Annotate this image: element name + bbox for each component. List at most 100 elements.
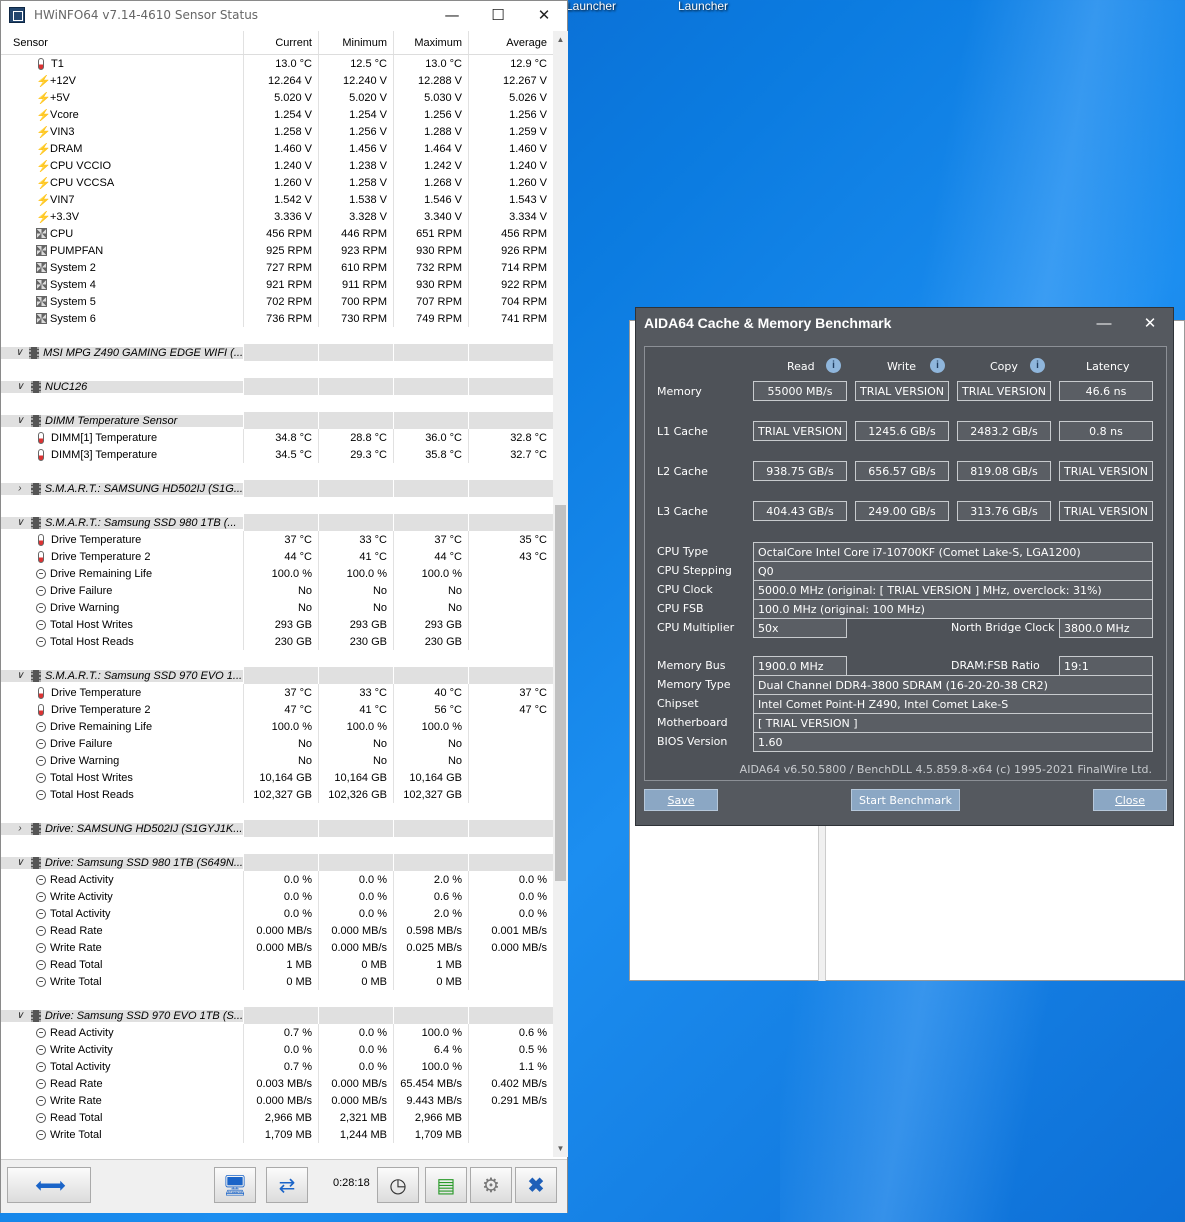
sensor-row[interactable]: ⚡ +3.3V 3.336 V 3.328 V 3.340 V 3.334 V — [1, 208, 553, 225]
vertical-scrollbar[interactable]: ▲ ▼ — [553, 31, 568, 1157]
scroll-down-icon[interactable]: ▼ — [553, 1140, 568, 1157]
chevron-down-icon[interactable]: ∨ — [9, 381, 31, 392]
sensor-row[interactable]: Total Activity 0.0 % 0.0 % 2.0 % 0.0 % — [1, 905, 553, 922]
chevron-down-icon[interactable]: ∨ — [9, 1010, 31, 1021]
write-info-icon[interactable]: i — [930, 358, 945, 373]
sensor-row[interactable]: PUMPFAN 925 RPM 923 RPM 930 RPM 926 RPM — [1, 242, 553, 259]
close-button[interactable]: Close — [1093, 789, 1167, 811]
scrollbar-thumb[interactable] — [555, 505, 566, 881]
sensor-row[interactable]: Write Total 0 MB 0 MB 0 MB — [1, 973, 553, 990]
sensor-group-row[interactable]: ∨ S.M.A.R.T.: Samsung SSD 980 1TB (... — [1, 514, 553, 531]
sensor-row[interactable]: Drive Warning No No No — [1, 752, 553, 769]
chevron-down-icon[interactable]: ∨ — [9, 517, 31, 528]
sensor-row[interactable]: Total Activity 0.7 % 0.0 % 100.0 % 1.1 % — [1, 1058, 553, 1075]
aida-minimize-icon[interactable]: — — [1081, 315, 1127, 332]
chevron-right-icon[interactable]: › — [9, 483, 31, 494]
sensor-row[interactable]: CPU 456 RPM 446 RPM 651 RPM 456 RPM — [1, 225, 553, 242]
value-minimum: 0 MB — [318, 956, 393, 973]
sensor-row[interactable]: ⚡ +12V 12.264 V 12.240 V 12.288 V 12.267 V — [1, 72, 553, 89]
save-button[interactable]: Save — [644, 789, 718, 811]
aida-title-bar[interactable]: AIDA64 Cache & Memory Benchmark — ✕ — [636, 308, 1173, 338]
sensor-row[interactable]: Drive Temperature 2 47 °C 41 °C 56 °C 47 °C — [1, 701, 553, 718]
column-header-sensor[interactable]: Sensor — [1, 37, 243, 49]
sensor-row[interactable]: Drive Temperature 37 °C 33 °C 40 °C 37 °C — [1, 684, 553, 701]
chevron-down-icon[interactable]: ∨ — [9, 415, 31, 426]
sensor-row[interactable]: DIMM[1] Temperature 34.8 °C 28.8 °C 36.0 °C… — [1, 429, 553, 446]
bench-label-l1: L1 Cache — [657, 425, 708, 438]
sensor-group-row[interactable]: ∨ Drive: Samsung SSD 980 1TB (S649N... — [1, 854, 553, 871]
sensor-row[interactable]: Total Host Writes 10,164 GB 10,164 GB 10,16… — [1, 769, 553, 786]
sensor-group-row[interactable]: › S.M.A.R.T.: SAMSUNG HD502IJ (S1G... — [1, 480, 553, 497]
scroll-up-icon[interactable]: ▲ — [553, 31, 568, 48]
maximize-icon[interactable]: ☐ — [475, 1, 521, 28]
minimize-icon[interactable]: — — [429, 1, 475, 28]
chevron-right-icon[interactable]: › — [9, 823, 31, 834]
sensor-group-row[interactable]: ∨ DIMM Temperature Sensor — [1, 412, 553, 429]
navigate-arrows-button[interactable]: ⬅➡ — [7, 1167, 91, 1203]
log-network-button[interactable]: 🖥 — [214, 1167, 256, 1203]
chevron-down-icon[interactable]: ∨ — [9, 857, 31, 868]
reset-timer-button[interactable]: ◷ — [377, 1167, 419, 1203]
copy-info-icon[interactable]: i — [1030, 358, 1045, 373]
sensor-row[interactable]: ⚡ Vcore 1.254 V 1.254 V 1.256 V 1.256 V — [1, 106, 553, 123]
sensor-row[interactable]: T1 13.0 °C 12.5 °C 13.0 °C 12.9 °C — [1, 55, 553, 72]
sensor-row[interactable]: Drive Remaining Life 100.0 % 100.0 % 100.0 … — [1, 718, 553, 735]
sensor-row[interactable]: Drive Failure No No No — [1, 582, 553, 599]
sensor-row[interactable]: Write Rate 0.000 MB/s 0.000 MB/s 0.025 MB/s… — [1, 939, 553, 956]
sensor-row[interactable]: ⚡ +5V 5.020 V 5.020 V 5.030 V 5.026 V — [1, 89, 553, 106]
sensor-group-row[interactable]: ∨ MSI MPG Z490 GAMING EDGE WIFI (... — [1, 344, 553, 361]
sensor-row[interactable]: Write Rate 0.000 MB/s 0.000 MB/s 9.443 MB/s… — [1, 1092, 553, 1109]
sensor-row[interactable]: System 5 702 RPM 700 RPM 707 RPM 704 RPM — [1, 293, 553, 310]
sensor-row[interactable]: Total Host Reads 102,327 GB 102,326 GB 102,… — [1, 786, 553, 803]
sensor-row[interactable]: ⚡ CPU VCCIO 1.240 V 1.238 V 1.242 V 1.240 V — [1, 157, 553, 174]
read-info-icon[interactable]: i — [826, 358, 841, 373]
sensor-row[interactable]: System 6 736 RPM 730 RPM 749 RPM 741 RPM — [1, 310, 553, 327]
sensor-row[interactable]: Write Activity 0.0 % 0.0 % 6.4 % 0.5 % — [1, 1041, 553, 1058]
start-benchmark-button[interactable]: Start Benchmark — [851, 789, 960, 811]
desktop-icon-label[interactable]: Launcher — [678, 0, 728, 13]
sensor-group-row[interactable]: ∨ NUC126 — [1, 378, 553, 395]
sensor-row[interactable]: System 2 727 RPM 610 RPM 732 RPM 714 RPM — [1, 259, 553, 276]
sensor-row[interactable]: ⚡ DRAM 1.460 V 1.456 V 1.464 V 1.460 V — [1, 140, 553, 157]
sensor-row[interactable]: System 4 921 RPM 911 RPM 930 RPM 922 RPM — [1, 276, 553, 293]
sensor-row[interactable]: Read Activity 0.7 % 0.0 % 100.0 % 0.6 % — [1, 1024, 553, 1041]
sensor-row[interactable]: Total Host Writes 293 GB 293 GB 293 GB — [1, 616, 553, 633]
sensor-row[interactable]: Drive Warning No No No — [1, 599, 553, 616]
sensor-row[interactable]: DIMM[3] Temperature 34.5 °C 29.3 °C 35.8 °C… — [1, 446, 553, 463]
sensor-row[interactable]: Write Activity 0.0 % 0.0 % 0.6 % 0.0 % — [1, 888, 553, 905]
sensor-row[interactable]: Read Rate 0.000 MB/s 0.000 MB/s 0.598 MB/s 0… — [1, 922, 553, 939]
sensor-table[interactable]: Sensor Current Minimum Maximum Average T… — [1, 31, 553, 1157]
sensor-row[interactable]: Read Total 2,966 MB 2,321 MB 2,966 MB — [1, 1109, 553, 1126]
chevron-down-icon[interactable]: ∨ — [9, 670, 31, 681]
sensor-row[interactable]: Drive Failure No No No — [1, 735, 553, 752]
hwinfo-title-bar[interactable]: HWiNFO64 v7.14-4610 Sensor Status — ☐ ✕ — [1, 1, 567, 28]
sensor-row[interactable]: Total Host Reads 230 GB 230 GB 230 GB — [1, 633, 553, 650]
sensor-row[interactable]: ⚡ VIN3 1.258 V 1.256 V 1.288 V 1.259 V — [1, 123, 553, 140]
column-header-minimum[interactable]: Minimum — [318, 31, 393, 54]
sensor-group-row[interactable]: ∨ Drive: Samsung SSD 970 EVO 1TB (S... — [1, 1007, 553, 1024]
value-average — [468, 378, 553, 395]
value-average — [468, 1007, 553, 1024]
sensor-row[interactable]: Read Activity 0.0 % 0.0 % 2.0 % 0.0 % — [1, 871, 553, 888]
logging-button[interactable]: ▤ — [425, 1167, 467, 1203]
sensor-row[interactable]: Drive Remaining Life 100.0 % 100.0 % 100.0 … — [1, 565, 553, 582]
close-icon[interactable]: ✕ — [521, 1, 567, 28]
sensor-row[interactable]: Write Total 1,709 MB 1,244 MB 1,709 MB — [1, 1126, 553, 1143]
column-header-current[interactable]: Current — [243, 31, 318, 54]
network-button[interactable]: ⇄ — [266, 1167, 308, 1203]
column-header-maximum[interactable]: Maximum — [393, 31, 468, 54]
column-header-average[interactable]: Average — [468, 31, 553, 54]
sensor-row[interactable]: ⚡ CPU VCCSA 1.260 V 1.258 V 1.268 V 1.260 V — [1, 174, 553, 191]
sensor-row[interactable]: Drive Temperature 2 44 °C 41 °C 44 °C 43 °C — [1, 548, 553, 565]
sensor-row[interactable]: ⚡ VIN7 1.542 V 1.538 V 1.546 V 1.543 V — [1, 191, 553, 208]
exit-button[interactable]: ✖ — [515, 1167, 557, 1203]
sensor-row[interactable]: Drive Temperature 37 °C 33 °C 37 °C 35 °C — [1, 531, 553, 548]
desktop-icon-label[interactable]: Launcher — [566, 0, 616, 13]
sensor-row[interactable]: Read Total 1 MB 0 MB 1 MB — [1, 956, 553, 973]
chevron-down-icon[interactable]: ∨ — [9, 347, 29, 358]
sensor-group-row[interactable]: › Drive: SAMSUNG HD502IJ (S1GYJ1K... — [1, 820, 553, 837]
sensor-row[interactable]: Read Rate 0.003 MB/s 0.000 MB/s 65.454 MB/s… — [1, 1075, 553, 1092]
settings-button[interactable]: ⚙ — [470, 1167, 512, 1203]
aida-close-icon[interactable]: ✕ — [1127, 314, 1173, 332]
sensor-group-row[interactable]: ∨ S.M.A.R.T.: Samsung SSD 970 EVO 1... — [1, 667, 553, 684]
